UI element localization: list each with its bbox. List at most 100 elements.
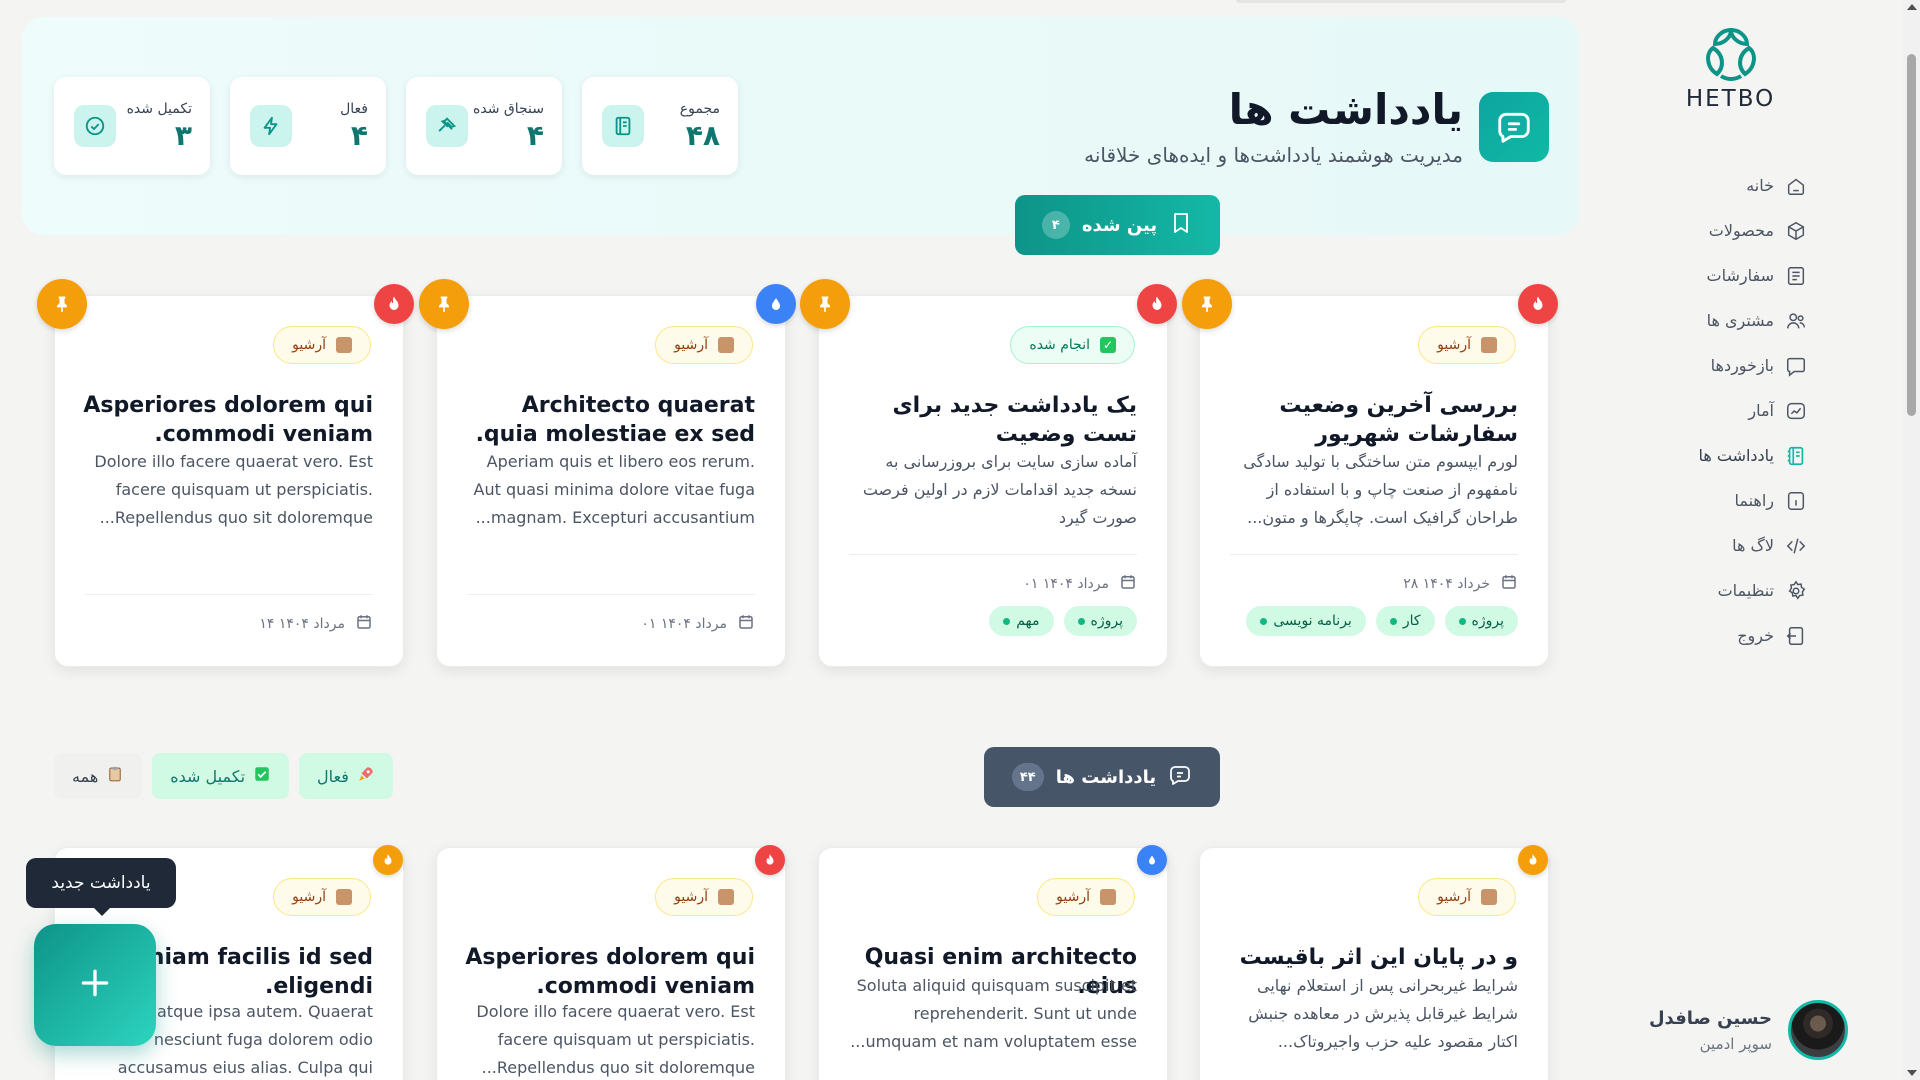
page-header: یادداشت ها مدیریت هوشمند یادداشت‌ها و ای…: [1084, 86, 1549, 168]
sidebar-item-settings[interactable]: تنظیمات: [1608, 568, 1808, 613]
status-badge-label: آرشیو: [1056, 889, 1090, 905]
status-badge-label: آرشیو: [1437, 337, 1471, 353]
sidebar-item-products[interactable]: محصولات: [1608, 208, 1808, 253]
note-date: ۲۸ خرداد ۱۴۰۴: [1403, 573, 1518, 595]
sidebar-item-customers[interactable]: مشتری ها: [1608, 298, 1808, 343]
priority-low-icon: [756, 284, 796, 324]
pin-icon[interactable]: [419, 279, 469, 329]
filter-active-chip[interactable]: فعال: [299, 753, 393, 799]
note-title: Asperiores dolorem qui commodi veniam.: [465, 945, 755, 1000]
sidebar-item-feedback[interactable]: بازخوردها: [1608, 343, 1808, 388]
note-date-text: ۰۱ مرداد ۱۴۰۴: [1023, 576, 1109, 592]
archive-box-icon: [718, 337, 734, 353]
status-badge-label: آرشیو: [674, 889, 708, 905]
stat-pinned: سنجاق شده ۴: [406, 77, 562, 175]
logout-icon: [1784, 624, 1808, 648]
sidebar: HETBO خانه محصولات سفارشات مشتری ها بازخ…: [1603, 0, 1908, 1080]
sidebar-item-logs[interactable]: لاگ ها: [1608, 523, 1808, 568]
pinned-note-card[interactable]: انجام شده ✓ یک یادداشت جدید برای تست وضع…: [818, 295, 1168, 667]
new-note-button[interactable]: [34, 924, 156, 1046]
calendar-icon: [355, 613, 373, 635]
sidebar-item-label: تنظیمات: [1717, 581, 1774, 600]
pinned-note-card[interactable]: آرشیو Asperiores dolorem qui commodi ven…: [54, 295, 404, 667]
chat-icon: [1784, 354, 1808, 378]
user-profile[interactable]: حسین صافدل سوپر ادمین: [1649, 1000, 1848, 1060]
tag-chip[interactable]: کار: [1375, 606, 1435, 636]
scroll-up-icon[interactable]: [1907, 4, 1917, 10]
filter-bar: همه تکمیل شده فعال: [54, 753, 393, 799]
plus-icon: [75, 963, 115, 1007]
priority-medium-icon: [1518, 845, 1548, 875]
tag-chip[interactable]: برنامه نویسی: [1246, 606, 1366, 636]
avatar[interactable]: [1788, 1000, 1848, 1060]
sidebar-item-notes[interactable]: یادداشت ها: [1608, 433, 1808, 478]
archive-box-icon: [1481, 889, 1497, 905]
tag-chip[interactable]: مهم: [989, 606, 1054, 636]
card-divider: [1230, 554, 1518, 555]
notes-section-button[interactable]: ۴۴ یادداشت ها: [984, 747, 1220, 807]
brand-name: HETBO: [1685, 86, 1776, 112]
card-divider: [467, 594, 755, 595]
card-divider: [849, 554, 1137, 555]
stat-label: فعال: [340, 100, 368, 117]
brand-logo[interactable]: HETBO: [1673, 26, 1788, 112]
note-card[interactable]: آرشیو Asperiores dolorem qui commodi ven…: [436, 847, 786, 1080]
note-date: ۱۴ مرداد ۱۴۰۴: [259, 613, 373, 635]
status-badge: آرشیو: [1418, 878, 1516, 916]
stat-value: ۴۸: [685, 118, 720, 152]
status-badge: آرشیو: [273, 878, 371, 916]
note-date: ۰۱ مرداد ۱۴۰۴: [641, 613, 755, 635]
filter-label: همه: [72, 766, 99, 786]
sidebar-item-help[interactable]: راهنما: [1608, 478, 1808, 523]
tag-chip[interactable]: پروژه: [1063, 606, 1137, 636]
status-badge: آرشیو: [273, 326, 371, 364]
archive-box-icon: [718, 889, 734, 905]
archive-box-icon: [336, 889, 352, 905]
note-body: Soluta aliquid quisquam suscipit et repr…: [850, 976, 1137, 1051]
sidebar-item-orders[interactable]: سفارشات: [1608, 253, 1808, 298]
note-body: لورم ایپسوم متن ساختگی با تولید سادگی نا…: [1243, 452, 1518, 527]
pinned-section-button[interactable]: ۴ پین شده: [1015, 195, 1220, 255]
pinned-count-badge: ۴: [1041, 211, 1070, 239]
pin-icon[interactable]: [800, 279, 850, 329]
scroll-down-icon[interactable]: [1907, 1070, 1917, 1076]
filter-label: فعال: [317, 766, 349, 786]
pinned-section-label: پین شده: [1081, 214, 1158, 236]
sidebar-item-label: محصولات: [1708, 221, 1774, 240]
page-subtitle: مدیریت هوشمند یادداشت‌ها و ایده‌های خلاق…: [1084, 143, 1463, 168]
pin-icon[interactable]: [37, 279, 87, 329]
note-card[interactable]: آرشیو Quasi enim architecto eius. Soluta…: [818, 847, 1168, 1080]
note-title: بررسی آخرین وضعیت سفارشات شهریور: [1279, 393, 1518, 448]
sidebar-item-label: لاگ ها: [1732, 536, 1774, 555]
filter-all-chip[interactable]: همه: [54, 753, 143, 799]
sidebar-nav: خانه محصولات سفارشات مشتری ها بازخوردها …: [1608, 163, 1808, 658]
status-badge-label: آرشیو: [292, 889, 326, 905]
calendar-icon: [1500, 573, 1518, 595]
notebook-icon: [602, 105, 644, 147]
pinned-note-card[interactable]: آرشیو Architecto quaerat quia molestiae …: [436, 295, 786, 667]
archive-box-icon: [1481, 337, 1497, 353]
sidebar-item-stats[interactable]: آمار: [1608, 388, 1808, 433]
stat-completed: تکمیل شده ۳: [54, 77, 210, 175]
note-date-text: ۰۱ مرداد ۱۴۰۴: [641, 616, 727, 632]
note-title: Asperiores dolorem qui commodi veniam.: [83, 393, 373, 448]
tag-chip[interactable]: پروژه: [1444, 606, 1518, 636]
pinned-note-card[interactable]: آرشیو بررسی آخرین وضعیت سفارشات شهریور ل…: [1199, 295, 1549, 667]
note-body: Dolore illo facere quaerat vero. Est fac…: [94, 452, 373, 527]
note-card[interactable]: آرشیو و در پایان این اثر باقیست شرایط غی…: [1199, 847, 1549, 1080]
pin-icon[interactable]: [1182, 279, 1232, 329]
note-title: Architecto quaerat quia molestiae ex sed…: [475, 393, 755, 448]
stat-total: مجموع ۴۸: [582, 77, 738, 175]
sidebar-item-label: راهنما: [1734, 491, 1774, 510]
filter-completed-chip[interactable]: تکمیل شده: [152, 753, 290, 799]
scroll-thumb[interactable]: [1907, 54, 1916, 416]
page-scrollbar[interactable]: [1903, 0, 1920, 1080]
sidebar-item-home[interactable]: خانه: [1608, 163, 1808, 208]
users-icon: [1784, 309, 1808, 333]
sidebar-item-logout[interactable]: خروج: [1608, 613, 1808, 658]
status-badge-label: آرشیو: [1437, 889, 1471, 905]
main-content: یادداشت ها مدیریت هوشمند یادداشت‌ها و ای…: [0, 0, 1600, 1080]
user-role: سوپر ادمین: [1699, 1034, 1772, 1053]
status-badge: انجام شده ✓: [1010, 326, 1135, 364]
list-icon: [1784, 264, 1808, 288]
